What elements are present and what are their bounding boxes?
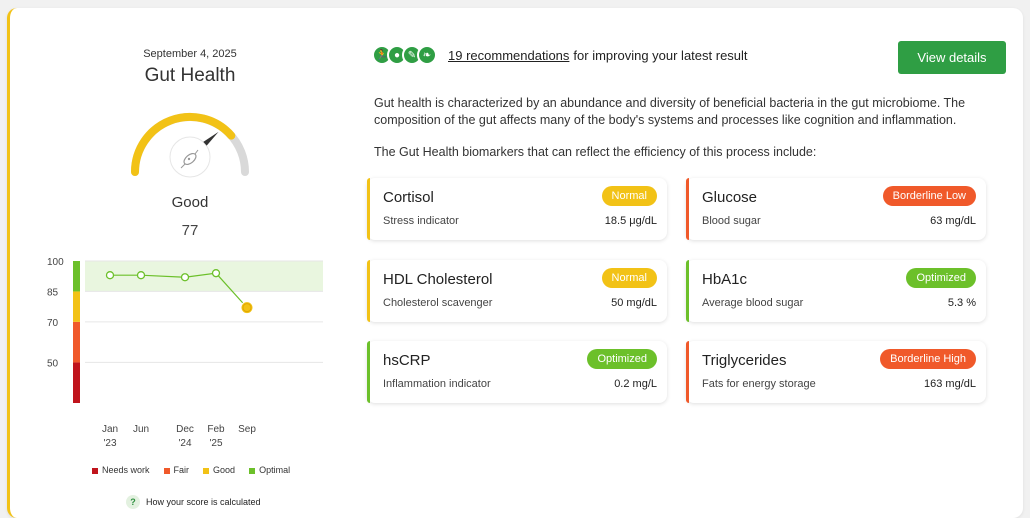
gut-health-card: September 4, 2025 Gut Health Good 77 100… xyxy=(7,8,1023,518)
biomarker-description: Inflammation indicator xyxy=(383,378,491,390)
biomarkers-intro: The Gut Health biomarkers that can refle… xyxy=(374,145,817,159)
biomarker-status-bar xyxy=(367,260,370,322)
chart-legend: Needs work Fair Good Optimal xyxy=(92,465,290,475)
biomarker-status-badge: Optimized xyxy=(906,268,976,288)
score-status: Good xyxy=(171,194,209,211)
biomarker-name: Cortisol xyxy=(383,189,434,206)
biomarker-description: Stress indicator xyxy=(383,215,459,227)
biomarker-status-badge: Normal xyxy=(601,186,657,206)
biomarker-card-glucose[interactable]: Glucose Borderline Low Blood sugar 63 mg/dL xyxy=(686,178,986,240)
biomarker-value: 163 mg/dL xyxy=(924,378,976,390)
biomarker-name: Triglycerides xyxy=(702,352,787,369)
biomarker-name: HDL Cholesterol xyxy=(383,271,493,288)
biomarker-value: 5.3 % xyxy=(947,297,976,309)
legend-label: Good xyxy=(213,465,236,475)
legend-label: Needs work xyxy=(102,465,150,475)
gauge-center xyxy=(169,136,211,178)
how-score-calculated-label: How your score is calculated xyxy=(146,497,261,507)
biomarker-card-cortisol[interactable]: Cortisol Normal Stress indicator 18.5 μg/dL xyxy=(367,178,667,240)
recommendations-text: for improving your latest result xyxy=(573,47,748,63)
how-score-calculated-link[interactable]: ? How your score is calculated xyxy=(126,495,261,509)
x-tick-label: Jan xyxy=(102,424,118,435)
biomarker-name: HbA1c xyxy=(702,271,748,288)
biomarker-card-hba1c[interactable]: HbA1c Optimized Average blood sugar 5.3 % xyxy=(686,260,986,322)
biomarker-description: Fats for energy storage xyxy=(702,378,816,390)
score-zone-bar xyxy=(73,261,80,292)
biomarker-card-triglycerides[interactable]: Triglycerides Borderline High Fats for ene… xyxy=(686,341,986,403)
biomarker-value: 18.5 μg/dL xyxy=(604,215,657,227)
score-zone-bar xyxy=(73,321,80,363)
biomarker-status-bar xyxy=(686,341,689,403)
biomarker-status-bar xyxy=(686,178,689,240)
x-tick-label: Dec xyxy=(176,424,194,435)
score-zone-bar xyxy=(73,291,80,322)
legend-label: Optimal xyxy=(259,465,291,475)
biomarker-status-bar xyxy=(686,260,689,322)
optimal-band xyxy=(85,261,323,292)
score-zone-bar xyxy=(73,362,80,403)
x-tick-label: '23 xyxy=(103,438,116,448)
biomarker-value: 0.2 mg/L xyxy=(614,378,657,390)
biomarker-status-badge: Borderline High xyxy=(880,349,976,369)
help-icon: ? xyxy=(126,495,140,509)
biomarker-description: Average blood sugar xyxy=(702,297,804,309)
gauge-needle xyxy=(203,131,219,146)
legend-item-fair: Fair xyxy=(163,465,190,475)
page-title: Gut Health xyxy=(144,65,236,86)
leaf-icon: ❧ xyxy=(417,45,437,65)
gut-health-description: Gut health is characterized by an abunda… xyxy=(374,96,966,127)
x-tick-label: Sep xyxy=(238,424,256,435)
y-tick-label: 70 xyxy=(47,318,59,329)
biomarker-value: 63 mg/dL xyxy=(930,215,976,227)
biomarker-card-hdl-cholesterol[interactable]: HDL Cholesterol Normal Cholesterol scaveng… xyxy=(367,260,667,322)
score-value: 77 xyxy=(181,222,199,239)
x-tick-label: Feb xyxy=(207,424,225,435)
legend-label: Fair xyxy=(173,465,190,475)
score-gauge xyxy=(130,112,249,178)
y-tick-label: 85 xyxy=(47,287,59,298)
legend-item-good: Good xyxy=(203,465,235,475)
legend-swatch xyxy=(249,467,256,474)
y-tick-label: 100 xyxy=(47,257,64,268)
biomarker-value: 50 mg/dL xyxy=(611,297,657,309)
x-tick-label: '24 xyxy=(178,438,191,448)
result-date: September 4, 2025 xyxy=(143,48,237,60)
legend-item-needs-work: Needs work xyxy=(92,465,150,475)
data-point xyxy=(105,271,115,280)
y-tick-label: 50 xyxy=(47,358,59,369)
legend-item-optimal: Optimal xyxy=(249,465,290,475)
biomarker-description: Cholesterol scavenger xyxy=(383,297,493,309)
data-point xyxy=(136,271,146,280)
recommendations-bar: 🏃 ● ✎ ❧ 19 recommendations for improving… xyxy=(372,45,748,65)
biomarker-status-bar xyxy=(367,341,370,403)
biomarker-status-badge: Optimized xyxy=(587,349,657,369)
legend-swatch xyxy=(163,467,170,474)
view-details-button[interactable]: View details xyxy=(898,41,1006,74)
biomarker-status-badge: Normal xyxy=(601,268,657,288)
biomarker-card-hscrp[interactable]: hsCRP Optimized Inflammation indicator 0.2 … xyxy=(367,341,667,403)
biomarker-name: hsCRP xyxy=(383,352,431,369)
biomarker-name: Glucose xyxy=(702,189,758,206)
x-tick-label: '25 xyxy=(209,438,222,448)
trend-chart: 100 85 70 50 Jan '23 Jun Dec '24 Feb '25 Sep xyxy=(47,257,323,448)
recommendations-link[interactable]: 19 recommendations xyxy=(448,48,569,63)
biomarker-status-badge: Borderline Low xyxy=(882,186,976,206)
biomarker-description: Blood sugar xyxy=(702,215,761,227)
legend-swatch xyxy=(92,467,98,474)
data-point xyxy=(211,269,221,278)
data-point xyxy=(180,273,190,282)
x-tick-label: Jun xyxy=(133,424,149,435)
legend-swatch xyxy=(203,467,210,474)
biomarker-status-bar xyxy=(367,178,370,240)
